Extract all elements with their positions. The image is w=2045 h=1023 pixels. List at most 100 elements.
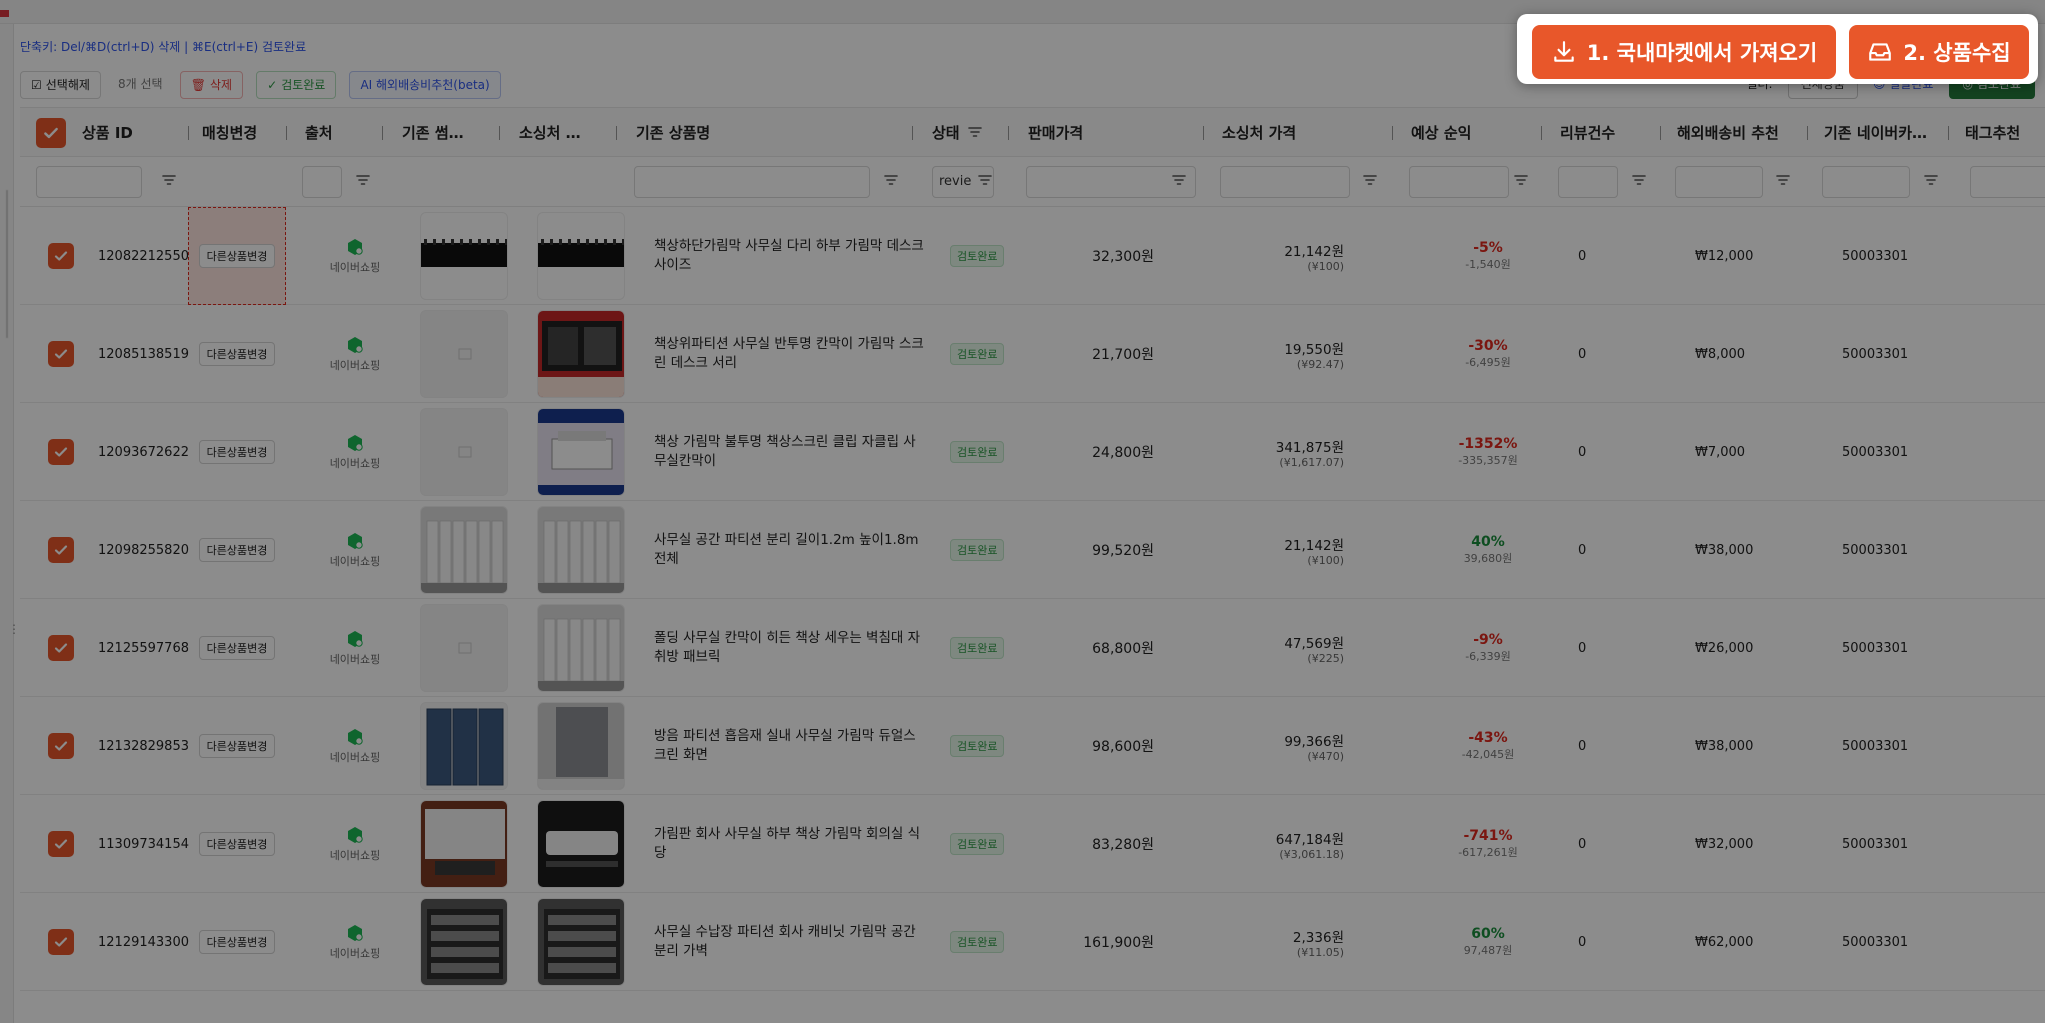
filter-icon[interactable]: [1924, 172, 1938, 186]
header-status[interactable]: 상태: [930, 108, 1002, 158]
old-thumbnail[interactable]: [420, 408, 508, 496]
header-separator[interactable]: [1203, 126, 1204, 140]
change-match-button[interactable]: 다른상품변경: [198, 538, 276, 562]
old-thumbnail[interactable]: [420, 212, 508, 300]
row-checkbox[interactable]: [48, 207, 74, 305]
old-thumbnail[interactable]: [420, 800, 508, 888]
old-thumbnail[interactable]: [420, 702, 508, 790]
name-filter-input[interactable]: [634, 166, 870, 198]
tag-filter-input[interactable]: [1970, 166, 2045, 198]
change-match-button[interactable]: 다른상품변경: [198, 636, 276, 660]
table-toolbar: ☑ 선택해제 8개 선택 🗑 삭제 ✓ 검토완료 AI 해외배송비추천(beta): [20, 71, 509, 99]
table-row[interactable]: 12082212550 다른상품변경 네이버쇼핑 책상하단가림막 사무실 다리 하부 …: [20, 207, 2045, 305]
header-naver_cat[interactable]: 기존 네이버카…: [1822, 108, 1942, 158]
table-row[interactable]: 12093672622 다른상품변경 네이버쇼핑 책상 가림막 불투명 책상스크린 클…: [20, 403, 2045, 501]
header-separator[interactable]: [1948, 126, 1949, 140]
header-old_thumb[interactable]: 기존 썸…: [400, 108, 493, 158]
filter-icon[interactable]: [884, 172, 898, 186]
header-id[interactable]: 상품 ID: [80, 108, 182, 158]
header-separator[interactable]: [1008, 126, 1009, 140]
filter-icon[interactable]: [1514, 172, 1528, 186]
margin-filter-input[interactable]: [1409, 166, 1509, 198]
header-separator[interactable]: [1541, 126, 1542, 140]
filter-icon[interactable]: [356, 172, 370, 186]
change-match-button[interactable]: 다른상품변경: [198, 440, 276, 464]
ai-shipping-button[interactable]: AI 해외배송비추천(beta): [349, 71, 501, 99]
source-thumbnail[interactable]: [537, 310, 625, 398]
row-checkbox[interactable]: [48, 893, 74, 991]
source-thumbnail[interactable]: [537, 898, 625, 986]
review-filter-input[interactable]: [1558, 166, 1618, 198]
row-checkbox[interactable]: [48, 795, 74, 893]
table-row[interactable]: 12125597768 다른상품변경 네이버쇼핑 폴딩 사무실 칸막이 히든 책상 세…: [20, 599, 2045, 697]
row-checkbox[interactable]: [48, 697, 74, 795]
change-match-button[interactable]: 다른상품변경: [198, 930, 276, 954]
scrollbar-thumb[interactable]: [5, 189, 9, 339]
header-separator[interactable]: [616, 126, 617, 140]
header-separator[interactable]: [188, 126, 189, 140]
header-separator[interactable]: [1807, 126, 1808, 140]
filter-icon[interactable]: [1776, 172, 1790, 186]
header-src_price[interactable]: 소싱처 가격: [1220, 108, 1386, 158]
import-domestic-button[interactable]: 1. 국내마켓에서 가져오기: [1532, 25, 1836, 79]
header-match[interactable]: 매칭변경: [200, 108, 280, 158]
change-match-button[interactable]: 다른상품변경: [198, 832, 276, 856]
delete-button[interactable]: 🗑 삭제: [179, 71, 244, 99]
header-src_thumb[interactable]: 소싱처 …: [517, 108, 610, 158]
old-thumbnail[interactable]: [420, 310, 508, 398]
review-done-button[interactable]: ✓ 검토완료: [256, 71, 337, 99]
source-filter-input[interactable]: [302, 166, 342, 198]
deselect-button[interactable]: ☑ 선택해제: [20, 71, 101, 99]
change-match-button[interactable]: 다른상품변경: [198, 244, 276, 268]
header-source[interactable]: 출처: [303, 108, 376, 158]
row-checkbox[interactable]: [48, 403, 74, 501]
table-row[interactable]: 11309734154 다른상품변경 네이버쇼핑 가림판 회사 사무실 하부 책상 가…: [20, 795, 2045, 893]
id-filter-input[interactable]: [36, 166, 142, 198]
select-all-checkbox[interactable]: [36, 108, 66, 158]
table-row[interactable]: 12085138519 다른상품변경 네이버쇼핑 책상위파티션 사무실 반투명 칸막이…: [20, 305, 2045, 403]
change-match-button[interactable]: 다른상품변경: [198, 734, 276, 758]
header-separator[interactable]: [286, 126, 287, 140]
change-match-button[interactable]: 다른상품변경: [198, 342, 276, 366]
source-thumbnail[interactable]: [537, 408, 625, 496]
source-price: 47,569원: [1284, 635, 1344, 652]
status-badge: 검토완료: [950, 441, 1005, 463]
header-reviews[interactable]: 리뷰건수: [1558, 108, 1654, 158]
old-thumbnail[interactable]: [420, 604, 508, 692]
header-separator[interactable]: [499, 126, 500, 140]
table-row[interactable]: 12129143300 다른상품변경 네이버쇼핑 사무실 수납장 파티션 회사 캐비닛…: [20, 893, 2045, 991]
header-sale_price[interactable]: 판매가격: [1026, 108, 1197, 158]
header-margin[interactable]: 예상 순익: [1409, 108, 1535, 158]
source-thumbnail[interactable]: [537, 800, 625, 888]
row-checkbox[interactable]: [48, 501, 74, 599]
header-separator[interactable]: [912, 126, 913, 140]
row-checkbox[interactable]: [48, 305, 74, 403]
resize-grip-icon[interactable]: ⋮: [8, 622, 20, 636]
header-old_name[interactable]: 기존 상품명: [634, 108, 906, 158]
source-thumbnail[interactable]: [537, 702, 625, 790]
source-thumbnail[interactable]: [537, 506, 625, 594]
table-row[interactable]: 12098255820 다른상품변경 네이버쇼핑 사무실 공간 파티션 분리 길이1.…: [20, 501, 2045, 599]
old-thumbnail[interactable]: [420, 898, 508, 986]
source-thumbnail[interactable]: [537, 604, 625, 692]
row-checkbox[interactable]: [48, 599, 74, 697]
status-filter-icon[interactable]: [967, 109, 982, 159]
header-separator[interactable]: [1392, 126, 1393, 140]
filter-icon[interactable]: [162, 172, 176, 186]
category-filter-input[interactable]: [1822, 166, 1910, 198]
shipping-filter-input[interactable]: [1675, 166, 1763, 198]
src-price-filter-input[interactable]: [1220, 166, 1350, 198]
table-row[interactable]: 12132829853 다른상품변경 네이버쇼핑 방음 파티션 흡음재 실내 사무실 …: [20, 697, 2045, 795]
sale-price-filter-input[interactable]: [1026, 166, 1196, 198]
old-thumbnail[interactable]: [420, 506, 508, 594]
collect-products-button[interactable]: 2. 상품수집: [1849, 25, 2029, 79]
header-separator[interactable]: [382, 126, 383, 140]
header-tag[interactable]: 태그추천: [1963, 108, 2045, 158]
header-shipping[interactable]: 해외배송비 추천: [1675, 108, 1801, 158]
header-separator[interactable]: [1660, 126, 1661, 140]
filter-icon[interactable]: [1172, 172, 1186, 186]
source-thumbnail[interactable]: [537, 212, 625, 300]
filter-icon[interactable]: [1363, 172, 1377, 186]
filter-icon[interactable]: [1632, 172, 1646, 186]
filter-icon[interactable]: [978, 172, 992, 186]
